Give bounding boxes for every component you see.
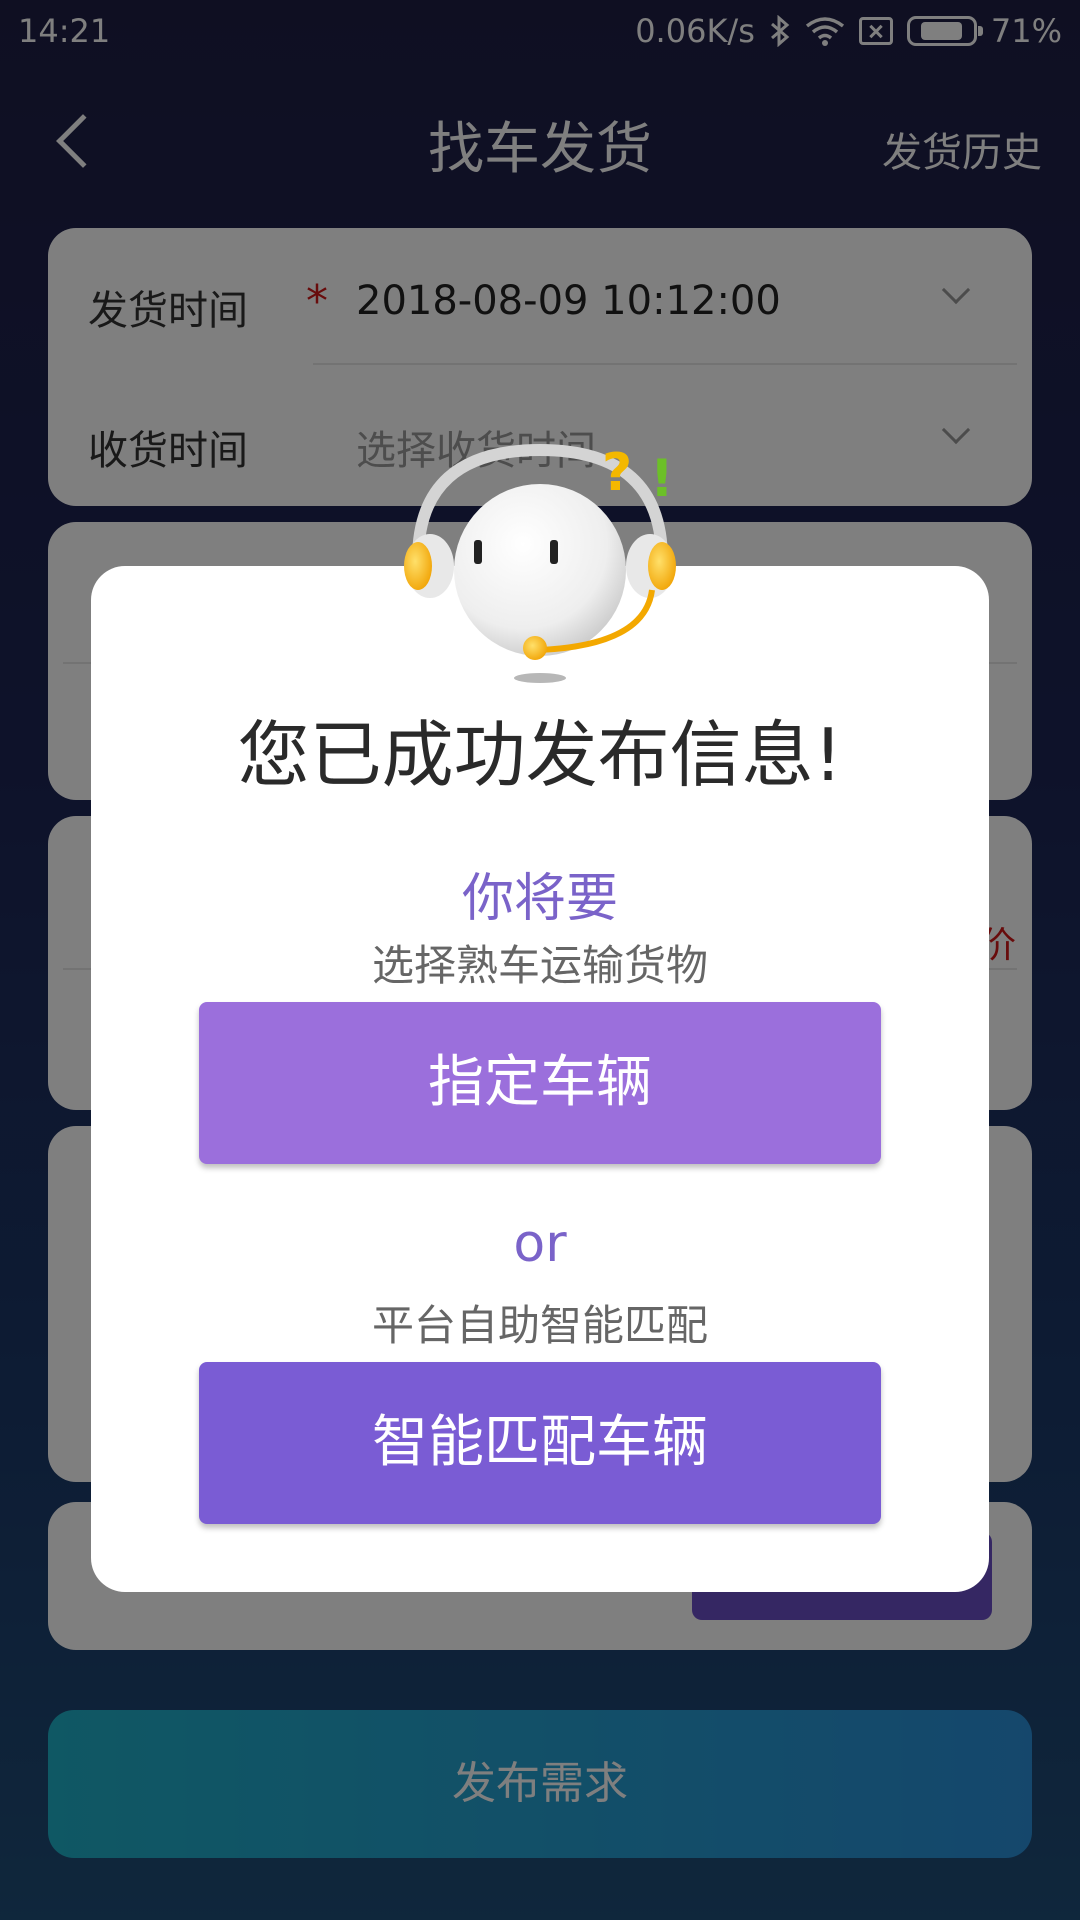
assign-vehicle-button[interactable]: 指定车辆 [199,1002,881,1164]
option1-description: 选择熟车运输货物 [371,941,708,990]
svg-text:!: ! [650,449,674,509]
svg-text:?: ? [602,443,632,503]
option2-description: 平台自助智能匹配 [371,1301,708,1350]
smart-match-button[interactable]: 智能匹配车辆 [199,1362,881,1524]
dialog-headline: 您已成功发布信息! [237,713,843,797]
success-dialog: 您已成功发布信息! 你将要 选择熟车运输货物 指定车辆 or 平台自助智能匹配 … [91,566,989,1592]
robot-mascot-icon: ? ! [404,443,676,683]
or-separator: or [513,1214,567,1274]
you-will-label: 你将要 [461,869,618,929]
